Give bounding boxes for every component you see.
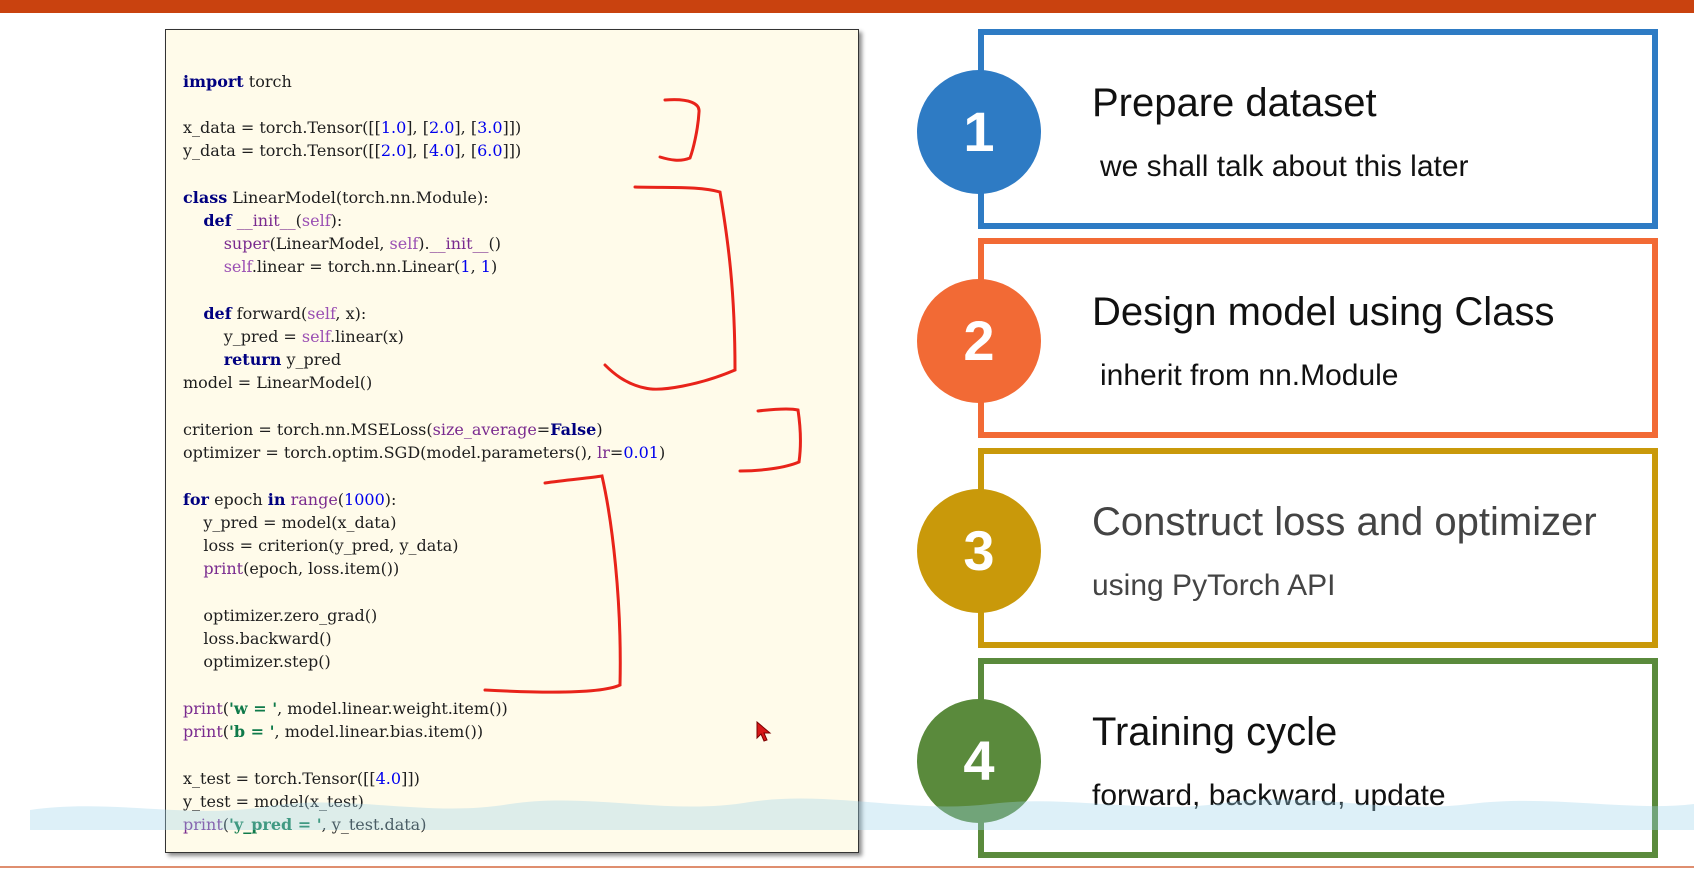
- code-line-23: x_test = torch.Tensor([[4.0]]): [183, 769, 420, 788]
- step-1-circle: 1: [917, 70, 1041, 194]
- step-1-title: Prepare dataset: [1092, 81, 1377, 125]
- code-line-16: loss = criterion(y_pred, y_data): [183, 536, 459, 555]
- step-2-card: [978, 238, 1658, 438]
- code-line-4: class LinearModel(torch.nn.Module):: [183, 188, 489, 207]
- step-2-circle: 2: [917, 279, 1041, 403]
- step-1-card: [978, 29, 1658, 229]
- code-line-2: x_data = torch.Tensor([[1.0], [2.0], [3.…: [183, 118, 522, 137]
- mouse-cursor-icon: [756, 721, 772, 742]
- step-3-title: Construct loss and optimizer: [1092, 500, 1597, 544]
- code-line-12: criterion = torch.nn.MSELoss(size_averag…: [183, 420, 603, 439]
- code-line-6: super(LinearModel, self).__init__(): [223, 234, 502, 253]
- code-line-13: optimizer = torch.optim.SGD(model.parame…: [183, 443, 666, 462]
- code-line-25: print('y_pred = ', y_test.data): [183, 815, 427, 834]
- step-4-circle: 4: [917, 699, 1041, 823]
- code-line-14: for epoch in range(1000):: [183, 490, 397, 509]
- code-line-1: import torch: [183, 72, 292, 91]
- step-4-subtitle: forward, backward, update: [1092, 779, 1446, 812]
- code-line-17: print(epoch, loss.item()): [203, 559, 400, 578]
- step-1-subtitle: we shall talk about this later: [1100, 150, 1469, 183]
- code-line-10: return y_pred: [223, 350, 342, 369]
- step-4-number: 4: [963, 729, 995, 792]
- bottom-accent-line: [0, 866, 1694, 868]
- code-line-21: print('w = ', model.linear.weight.item()…: [183, 699, 508, 718]
- step-3-subtitle: using PyTorch API: [1092, 569, 1336, 602]
- step-3-card: [978, 448, 1658, 648]
- top-accent-bar: [0, 0, 1694, 13]
- step-1-number: 1: [963, 100, 995, 163]
- code-line-8: def forward(self, x):: [203, 304, 367, 323]
- code-line-19: loss.backward(): [183, 629, 332, 648]
- code-line-3: y_data = torch.Tensor([[2.0], [4.0], [6.…: [183, 141, 522, 160]
- code-line-20: optimizer.step(): [183, 652, 331, 671]
- code-line-24: y_test = model(x_test): [183, 792, 364, 811]
- code-line-18: optimizer.zero_grad(): [183, 606, 378, 625]
- code-line-5: def __init__(self):: [203, 211, 343, 230]
- step-3-number: 3: [963, 519, 995, 582]
- code-line-22: print('b = ', model.linear.bias.item()): [183, 722, 484, 741]
- step-3-circle: 3: [917, 489, 1041, 613]
- step-2-number: 2: [963, 309, 995, 372]
- code-panel: import torch x_data = torch.Tensor([[1.0…: [165, 29, 859, 853]
- code-line-9: y_pred = self.linear(x): [183, 327, 404, 346]
- step-2-title: Design model using Class: [1092, 290, 1555, 334]
- step-4-card: [978, 658, 1658, 858]
- code-line-15: y_pred = model(x_data): [183, 513, 397, 532]
- code-line-7: self.linear = torch.nn.Linear(1, 1): [223, 257, 498, 276]
- step-4-title: Training cycle: [1092, 710, 1338, 754]
- step-2-subtitle: inherit from nn.Module: [1100, 359, 1399, 392]
- code-line-11: model = LinearModel(): [183, 373, 373, 392]
